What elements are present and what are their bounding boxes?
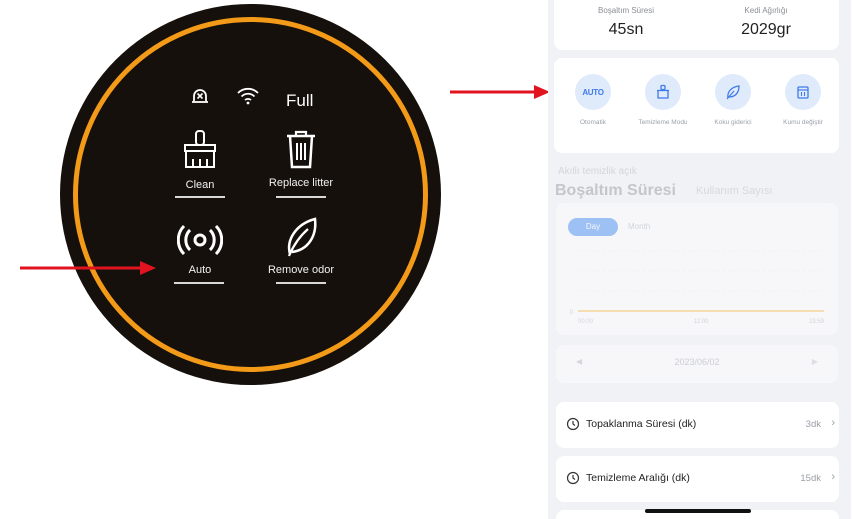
y-tick-label: 0 [570, 310, 574, 316]
mobile-app-screen: Boşaltım Süresi 45sn Kedi Ağırlığı 2029g… [548, 0, 851, 519]
mode-label: Temizleme Modu [638, 119, 688, 126]
replace-litter-button-label[interactable]: Replace litter [256, 177, 346, 189]
chevron-right-icon: › [831, 417, 835, 429]
day-button[interactable]: Day [568, 218, 618, 236]
mode-label: Kumu değiştir [783, 119, 823, 126]
stat-label-duration: Boşaltım Süresi [597, 6, 655, 15]
next-date-button[interactable]: ▶ [812, 357, 818, 366]
signal-icon[interactable] [177, 224, 223, 256]
stat-value-duration: 45sn [608, 21, 644, 38]
mode-selector-card: AUTO Otomatik Temizleme Modu Koku gideri… [554, 58, 839, 153]
screenshot-stage: Full Clean Replace litter Auto Remove od… [0, 0, 855, 519]
setting-label: Temizleme Aralığı (dk) [586, 472, 690, 484]
month-button[interactable]: Month [628, 218, 650, 236]
mode-label: Koku giderici [714, 119, 752, 126]
home-indicator [645, 509, 751, 513]
stat-label-weight: Kedi Ağırlığı [744, 6, 788, 15]
clock-icon [566, 471, 580, 485]
clean-button-label[interactable]: Clean [170, 179, 230, 191]
x-tick-label: 23:59 [809, 319, 825, 325]
mode-automatic[interactable]: AUTO Otomatik [558, 74, 628, 126]
remove-odor-button-label[interactable]: Remove odor [256, 264, 346, 276]
arrow-to-modes [450, 85, 550, 99]
x-tick-label: 12:00 [693, 319, 709, 325]
leaf-icon[interactable] [284, 216, 318, 258]
tab-usage-count[interactable]: Kullanım Sayısı [696, 185, 772, 197]
leaf-icon [726, 85, 740, 100]
smart-clean-status: Akıllı temizlik açık [558, 166, 637, 177]
setting-row-clean-interval[interactable]: Temizleme Aralığı (dk) 15dk › [556, 456, 839, 502]
litter-level-status: Full [286, 91, 314, 110]
broom-icon[interactable] [181, 129, 219, 169]
alarm-x-icon [192, 89, 208, 103]
status-ring [73, 17, 428, 372]
date-navigator: ◀ 2023/06/02 ▶ [556, 345, 838, 383]
statistics-section: Akıllı temizlik açık Boşaltım Süresi Kul… [548, 155, 851, 395]
auto-underline [174, 282, 224, 284]
litter-box-control-panel: Full Clean Replace litter Auto Remove od… [60, 4, 441, 385]
stats-card: Boşaltım Süresi 45sn Kedi Ağırlığı 2029g… [554, 0, 839, 50]
auto-button-label[interactable]: Auto [170, 264, 230, 276]
usage-chart: 0 00:00 12:00 23:59 [570, 250, 825, 325]
trash-icon[interactable] [284, 129, 318, 169]
chevron-right-icon: › [831, 471, 835, 483]
wifi-icon [237, 87, 259, 105]
clock-icon [566, 417, 580, 431]
chart-card: Day Month 0 00:00 12:00 23:59 [556, 203, 838, 335]
mode-cleaning[interactable]: Temizleme Modu [628, 74, 698, 126]
setting-value: 3dk [805, 419, 821, 430]
mode-label: Otomatik [579, 119, 606, 126]
mode-deodorize[interactable]: Koku giderici [698, 74, 768, 126]
tab-duration[interactable]: Boşaltım Süresi [555, 182, 676, 200]
auto-icon: AUTO [575, 74, 611, 110]
selected-date: 2023/06/02 [674, 357, 720, 367]
arrow-to-auto [20, 261, 156, 275]
setting-row-clump-time[interactable]: Topaklanma Süresi (dk) 3dk › [556, 402, 839, 448]
clean-underline [175, 196, 225, 198]
replace-litter-underline [276, 196, 326, 198]
setting-value: 15dk [800, 473, 821, 484]
x-tick-label: 00:00 [578, 319, 594, 325]
basket-icon [657, 84, 669, 99]
bin-icon [797, 86, 809, 99]
mode-change-litter[interactable]: Kumu değiştir [768, 74, 838, 126]
remove-odor-underline [276, 282, 326, 284]
setting-label: Topaklanma Süresi (dk) [586, 418, 697, 430]
stat-value-weight: 2029gr [741, 21, 791, 38]
